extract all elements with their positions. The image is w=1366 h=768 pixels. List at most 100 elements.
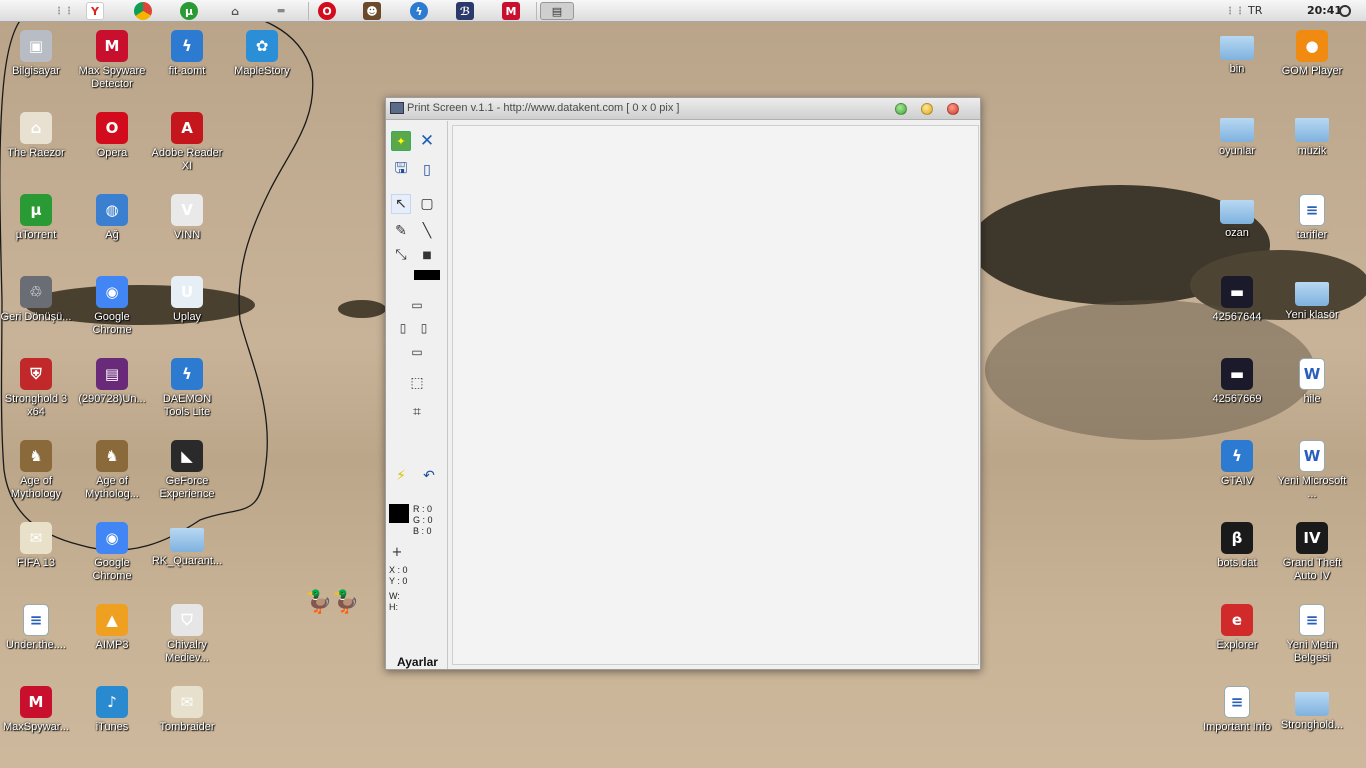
clock[interactable]: 20:41	[1307, 4, 1342, 17]
grip-icon[interactable]: ⋮⋮	[1225, 2, 1245, 20]
desktop-icon[interactable]: M MaxSpywar...	[0, 686, 73, 734]
eyedropper-icon[interactable]: ⤡	[391, 245, 411, 265]
desktop-icon[interactable]: ✉ Tombraider	[150, 686, 224, 734]
desktop-icon[interactable]: W Yeni Microsoft ...	[1275, 440, 1349, 501]
desktop-icon[interactable]: ◍ Ağ	[75, 194, 149, 242]
region-wide-small-icon[interactable]: ▭	[407, 342, 427, 362]
document-icon: ≡	[1224, 686, 1250, 718]
print-screen-icon[interactable]: ▤	[540, 2, 574, 20]
desktop-icon[interactable]: ● GOM Player	[1275, 30, 1349, 78]
desktop-icon[interactable]: ϟ GTAIV	[1200, 440, 1274, 488]
desktop-icon[interactable]: ♲ Geri Dönüşü...	[0, 276, 73, 324]
close-button[interactable]	[947, 103, 959, 115]
mcafee-icon: M	[20, 686, 52, 718]
opera-icon[interactable]: O	[318, 2, 336, 20]
desktop-icon[interactable]: ✉ FIFA 13	[0, 522, 73, 570]
desktop-icon[interactable]: ≡ Important Info	[1200, 686, 1274, 734]
line-color-swatch[interactable]	[414, 270, 440, 280]
desktop-icon[interactable]: β bots.dat	[1200, 522, 1274, 570]
desktop-icon[interactable]: µ µTorrent	[0, 194, 73, 242]
window-titlebar[interactable]: Print Screen v.1.1 - http://www.datakent…	[386, 98, 980, 120]
pencil-icon[interactable]: ✎	[391, 221, 411, 241]
face-icon[interactable]: ☻	[363, 2, 381, 20]
select-arrow-icon[interactable]: ↖	[391, 194, 411, 214]
desktop-icon[interactable]: ϟ fit-aomt	[150, 30, 224, 78]
image-icon: ▬	[1221, 276, 1253, 308]
desktop-icon[interactable]: IV Grand Theft Auto IV	[1275, 522, 1349, 583]
print-screen-window[interactable]: Print Screen v.1.1 - http://www.datakent…	[385, 97, 981, 670]
desktop-icon[interactable]: ⛨ Stronghold 3 x64	[0, 358, 73, 419]
power-icon[interactable]	[1339, 5, 1351, 17]
desktop-icon[interactable]: M Max Spyware Detector	[75, 30, 149, 91]
desktop-icon-label: Yeni klasör	[1285, 309, 1339, 321]
region-tall-left-icon[interactable]: ▯	[393, 318, 413, 338]
region-select-icon[interactable]: ⬚	[407, 373, 427, 393]
undo-icon[interactable]: ↶	[419, 466, 439, 486]
crop-icon[interactable]: ⌗	[407, 402, 427, 422]
desktop-icon[interactable]: ϟ DAEMON Tools Lite	[150, 358, 224, 419]
settings-button[interactable]: Ayarlar	[397, 655, 438, 669]
desktop-icon[interactable]: V VINN	[150, 194, 224, 242]
close-icon[interactable]: ✕	[417, 131, 437, 151]
desktop-icon[interactable]: O Opera	[75, 112, 149, 160]
grip-icon[interactable]: ⋮⋮	[54, 2, 74, 20]
desktop-icon-label: Google Chrome	[92, 311, 132, 336]
line-icon[interactable]: ╲	[417, 221, 437, 241]
capture-icon[interactable]: ✦	[391, 131, 411, 151]
desktop-icon[interactable]: ◉ Google Chrome	[75, 276, 149, 337]
desktop-icon[interactable]: ≡ Under.the....	[0, 604, 73, 652]
desktop-icon[interactable]: bin	[1200, 30, 1274, 76]
mcafee-icon[interactable]: M	[502, 2, 520, 20]
lightning-icon[interactable]: ⚡	[391, 466, 411, 486]
maximize-button[interactable]	[895, 103, 907, 115]
fill-color-icon[interactable]: ■	[417, 245, 437, 265]
yandex-icon[interactable]: Y	[86, 2, 104, 20]
minimize-button[interactable]	[921, 103, 933, 115]
desktop-icon[interactable]: ⛉ Chivalry Mediev...	[150, 604, 224, 665]
desktop-icon[interactable]: ▬ 42567669	[1200, 358, 1274, 406]
desktop-icon[interactable]: ≡ Yeni Metin Belgesi	[1275, 604, 1349, 665]
desktop-icon[interactable]: Stronghold...	[1275, 686, 1349, 732]
desktop-icon[interactable]: Yeni klasör	[1275, 276, 1349, 322]
desktop-icon[interactable]: müzik	[1275, 112, 1349, 158]
desktop-icon-label: DAEMON Tools Lite	[162, 393, 212, 418]
desktop-icon[interactable]: ♪ iTunes	[75, 686, 149, 734]
desktop-icon[interactable]: ◉ Google Chrome	[75, 522, 149, 583]
utorrent-icon[interactable]: µ	[180, 2, 198, 20]
daemon-icon[interactable]: ϟ	[410, 2, 428, 20]
desktop-icon[interactable]: U Uplay	[150, 276, 224, 324]
top-taskbar: ⋮⋮ Y µ ⌂ ▬ O ☻ ϟ ℬ M ▤ ⋮⋮ TR 20:41	[0, 0, 1366, 22]
desktop-icon[interactable]: e Explorer	[1200, 604, 1274, 652]
desktop-icon[interactable]: ▲ AIMP3	[75, 604, 149, 652]
folder-icon	[1295, 692, 1329, 716]
desktop-icon-label: Under.the....	[6, 639, 66, 651]
desktop-icon[interactable]: ♞ Age of Mythology	[0, 440, 73, 501]
desktop-icon[interactable]: A Adobe Reader XI	[150, 112, 224, 173]
region-tall-right-icon[interactable]: ▯	[414, 318, 434, 338]
desktop-icon[interactable]: ≡ tarifler	[1275, 194, 1349, 242]
desktop-icon[interactable]: ✿ MapleStory	[225, 30, 299, 78]
rectangle-icon[interactable]: ▢	[417, 194, 437, 214]
desktop-icon[interactable]: While	[1275, 358, 1349, 406]
save-icon[interactable]: 🖫	[391, 159, 411, 180]
desktop-icon-label: Max Spyware Detector	[78, 65, 146, 90]
desktop-icon[interactable]: ▣ Bilgisayar	[0, 30, 73, 78]
desktop-icon[interactable]: ozan	[1200, 194, 1274, 240]
chrome-icon[interactable]	[134, 2, 152, 20]
apple-menu-icon[interactable]	[18, 2, 36, 20]
copy-icon[interactable]: ▯	[417, 160, 437, 180]
region-wide-icon[interactable]: ▭	[407, 295, 427, 315]
desktop-icon[interactable]: ▬ 42567644	[1200, 276, 1274, 324]
desktop-icon[interactable]: oyunlar	[1200, 112, 1274, 158]
desktop-icon[interactable]: ▤ (290728)Un...	[75, 358, 149, 406]
app-icon[interactable]: ℬ	[456, 2, 474, 20]
language-indicator[interactable]: TR	[1248, 4, 1262, 17]
window-icon[interactable]: ▬	[272, 2, 290, 20]
desktop-icon[interactable]: RK_Quarant...	[150, 522, 224, 568]
desktop-icon[interactable]: ◣ GeForce Experience	[150, 440, 224, 501]
desktop-icon[interactable]: ⌂ The Raezor	[0, 112, 73, 160]
capture-canvas[interactable]	[452, 125, 979, 665]
house-icon[interactable]: ⌂	[226, 2, 244, 20]
y-coordinate: Y : 0	[389, 576, 408, 586]
desktop-icon[interactable]: ♞ Age of Mytholog...	[75, 440, 149, 501]
